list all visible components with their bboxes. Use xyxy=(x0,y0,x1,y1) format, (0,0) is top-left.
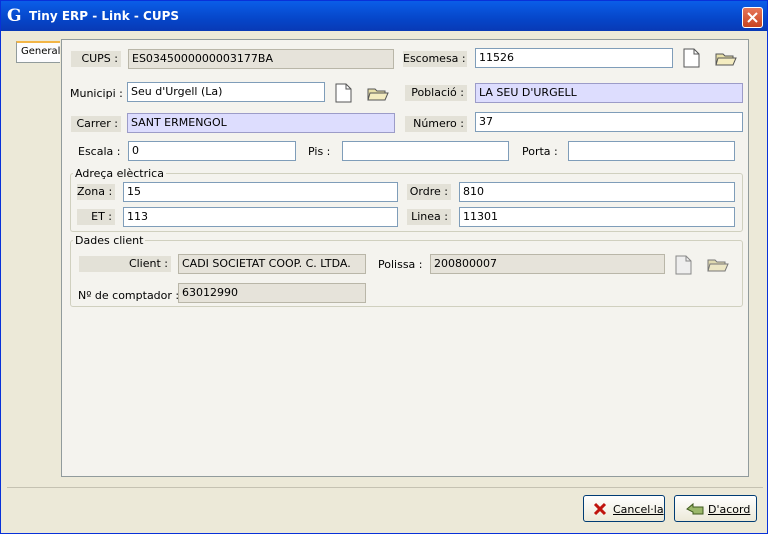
ordre-label: Ordre : xyxy=(407,184,451,200)
carrer-label: Carrer : xyxy=(71,116,121,132)
escala-label: Escala : xyxy=(78,145,121,158)
cups-label: CUPS : xyxy=(71,51,121,67)
polissa-label: Polissa : xyxy=(378,258,423,271)
comptador-label: Nº de comptador : xyxy=(78,289,180,302)
municipi-label: Municipi : xyxy=(70,87,123,100)
escomesa-field[interactable]: 11526 xyxy=(475,48,673,68)
municipi-field[interactable]: Seu d'Urgell (La) xyxy=(127,82,325,102)
porta-field[interactable] xyxy=(568,141,735,161)
polissa-field[interactable]: 200800007 xyxy=(430,254,665,274)
cancel-button-label: Cancel·la xyxy=(613,503,664,516)
adreca-electrica-legend: Adreça elèctrica xyxy=(75,167,164,180)
poblacio-field[interactable]: LA SEU D'URGELL xyxy=(475,83,743,103)
cancel-icon xyxy=(593,502,607,516)
close-button[interactable] xyxy=(742,7,763,28)
cups-field[interactable]: ES0345000000003177BA xyxy=(128,49,394,69)
new-document-icon[interactable] xyxy=(334,83,352,103)
cancel-button[interactable]: Cancel·la xyxy=(583,495,665,522)
separator xyxy=(7,487,763,488)
tab-general[interactable]: General xyxy=(16,41,60,63)
numero-field[interactable]: 37 xyxy=(475,112,743,132)
client-label: Client : xyxy=(79,256,171,272)
new-document-icon[interactable] xyxy=(674,255,692,275)
poblacio-label: Població : xyxy=(405,85,467,101)
escala-field[interactable]: 0 xyxy=(128,141,296,161)
open-folder-icon[interactable] xyxy=(715,51,737,67)
app-icon: G xyxy=(7,6,22,26)
zona-label: Zona : xyxy=(77,184,115,200)
carrer-field[interactable]: SANT ERMENGOL xyxy=(127,113,395,133)
linea-field[interactable]: 11301 xyxy=(459,207,735,227)
open-folder-icon[interactable] xyxy=(707,257,729,273)
dades-client-legend: Dades client xyxy=(75,234,144,247)
pis-field[interactable] xyxy=(342,141,509,161)
zona-field[interactable]: 15 xyxy=(123,182,398,202)
ok-button-label: D'acord xyxy=(708,503,751,516)
close-icon xyxy=(747,12,758,23)
pis-label: Pis : xyxy=(308,145,331,158)
ok-button[interactable]: D'acord xyxy=(674,495,757,522)
ok-icon xyxy=(686,502,704,515)
linea-label: Linea : xyxy=(407,209,451,225)
client-field[interactable]: CADI SOCIETAT COOP. C. LTDA. xyxy=(178,254,366,274)
dialog-window: G Tiny ERP - Link - CUPS General CUPS : … xyxy=(0,0,768,534)
new-document-icon[interactable] xyxy=(682,48,700,68)
comptador-field[interactable]: 63012990 xyxy=(178,283,366,303)
porta-label: Porta : xyxy=(522,145,558,158)
escomesa-label: Escomesa : xyxy=(403,51,467,67)
et-label: ET : xyxy=(77,209,115,225)
numero-label: Número : xyxy=(405,116,467,132)
title-bar[interactable]: G Tiny ERP - Link - CUPS xyxy=(1,1,767,31)
window-title: Tiny ERP - Link - CUPS xyxy=(29,9,180,23)
et-field[interactable]: 113 xyxy=(123,207,398,227)
ordre-field[interactable]: 810 xyxy=(459,182,735,202)
open-folder-icon[interactable] xyxy=(367,86,389,102)
